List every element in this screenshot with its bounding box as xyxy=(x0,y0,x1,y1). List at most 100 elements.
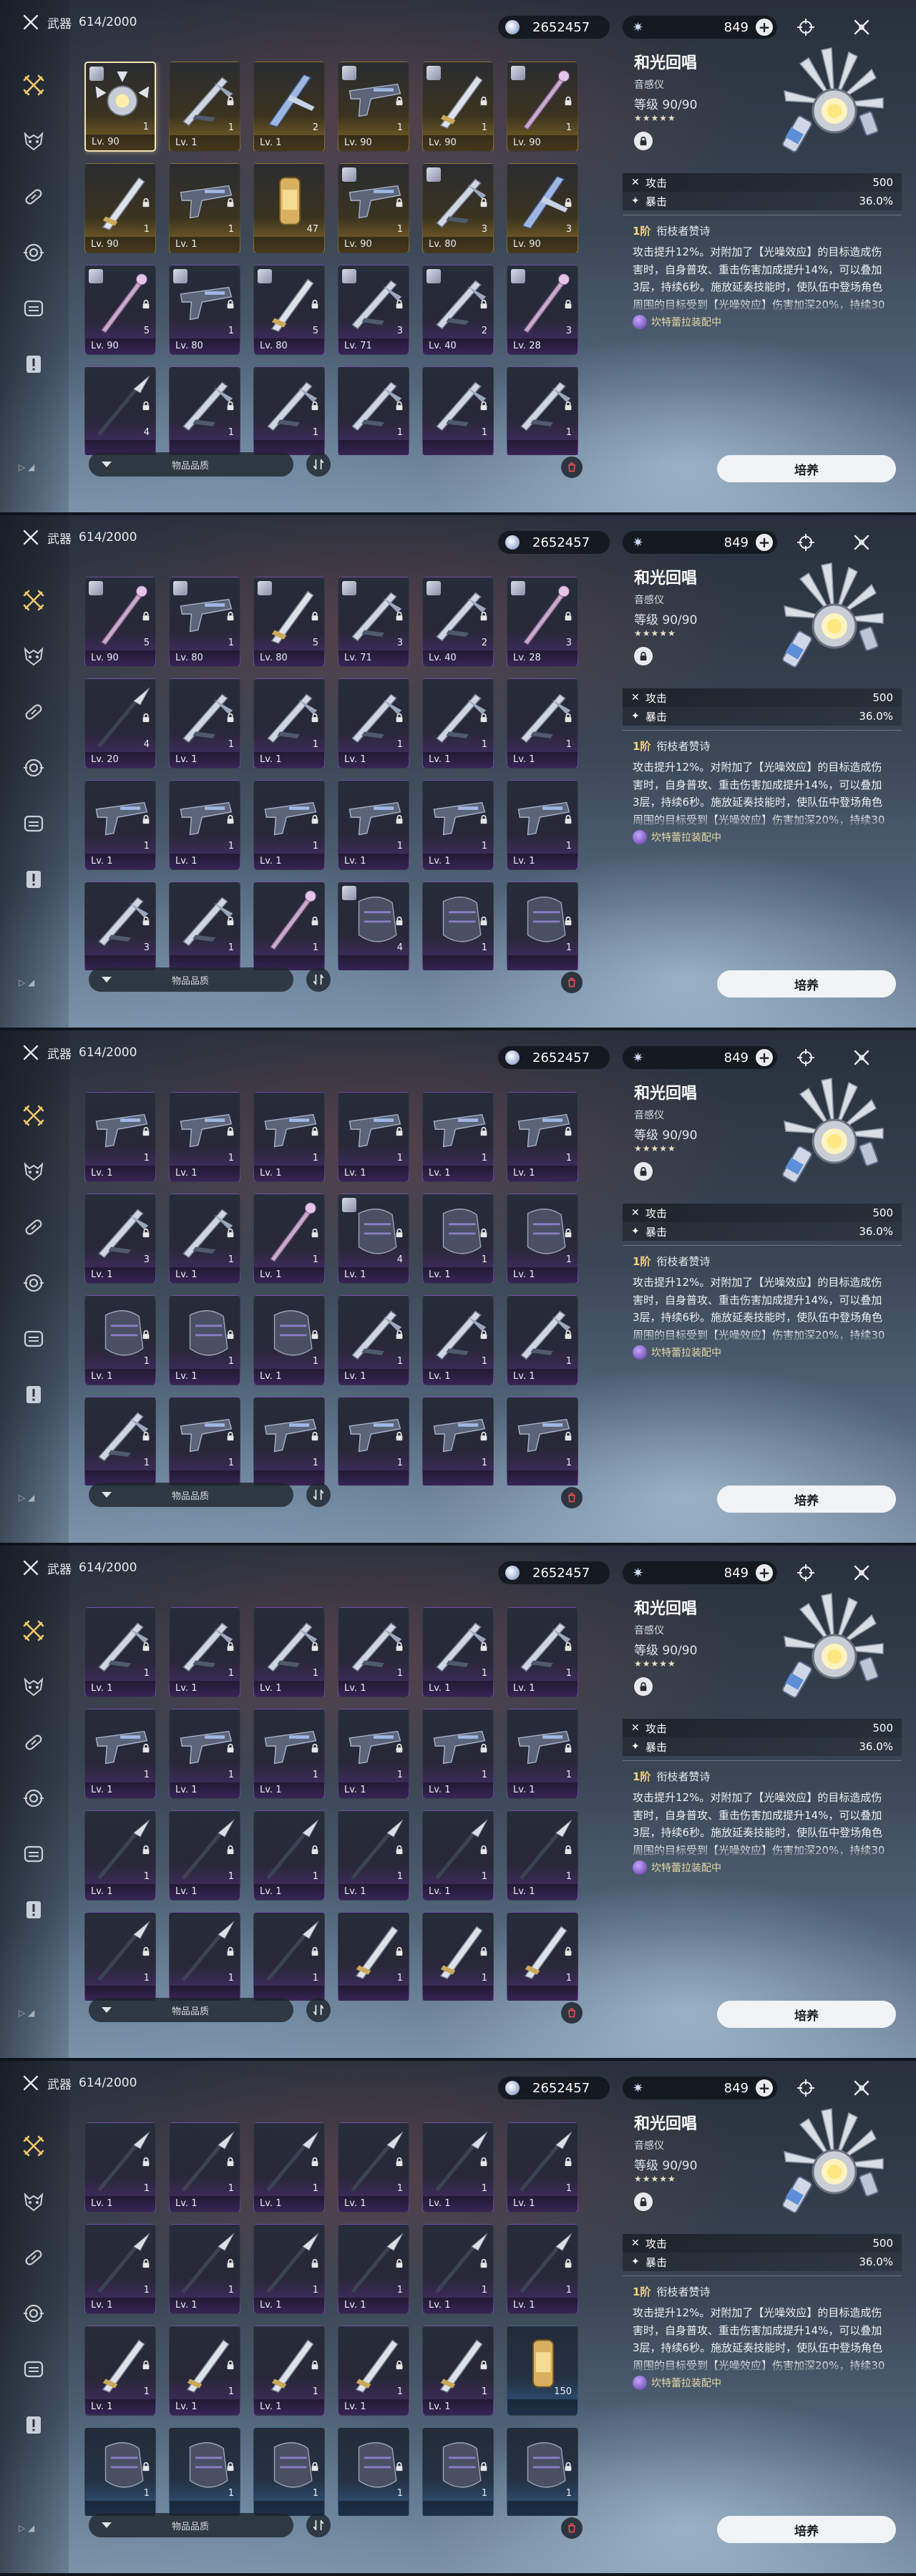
weapon-slot[interactable]: 2 Lv. 1 xyxy=(253,62,325,152)
weapon-slot[interactable]: 5 Lv. 90 xyxy=(84,577,156,667)
weapon-slot[interactable]: 3 Lv. 28 xyxy=(507,577,578,667)
sidebar-tab-materials[interactable] xyxy=(20,1214,47,1241)
weapon-slot[interactable]: 1 xyxy=(422,1912,494,2001)
close-button[interactable] xyxy=(850,1561,873,1584)
weapon-slot[interactable]: 1 Lv. 1 xyxy=(253,1194,325,1284)
weapon-slot[interactable]: 1 Lv. 1 xyxy=(84,2122,156,2212)
crosshair-button[interactable] xyxy=(794,2077,817,2099)
weapon-slot[interactable]: 1 Lv. 1 xyxy=(338,1295,409,1385)
sort-order-button[interactable] xyxy=(306,967,331,992)
sort-order-button[interactable] xyxy=(306,1998,331,2022)
weapon-slot[interactable]: 1 Lv. 1 xyxy=(169,1810,240,1901)
weapon-slot[interactable]: 1 Lv. 80 xyxy=(169,265,240,355)
weapon-slot[interactable]: 1 xyxy=(507,1912,578,2001)
weapon-slot[interactable]: 1 xyxy=(253,1912,325,2001)
weapon-slot[interactable]: 150 xyxy=(507,2326,578,2416)
sidebar-tab-materials[interactable] xyxy=(20,2244,47,2271)
weapon-slot[interactable]: 1 Lv. 1 xyxy=(253,1709,325,1799)
discard-button[interactable] xyxy=(561,972,583,993)
weapon-slot[interactable]: 1 Lv. 1 xyxy=(169,2326,240,2416)
weapon-slot[interactable]: 1 Lv. 1 xyxy=(507,1092,578,1182)
sidebar-tab-development[interactable] xyxy=(20,2300,47,2327)
weapon-slot[interactable]: 1 xyxy=(422,1397,494,1485)
sort-order-button[interactable] xyxy=(306,2513,331,2537)
weapon-slot[interactable]: 1 Lv. 1 xyxy=(253,2224,325,2314)
sidebar-tab-materials[interactable] xyxy=(20,698,47,726)
sidebar-tab-development[interactable] xyxy=(20,1269,47,1297)
weapon-slot[interactable]: 1 Lv. 1 xyxy=(338,1607,409,1697)
sidebar-tab-development[interactable] xyxy=(20,754,47,781)
weapon-slot[interactable]: 1 Lv. 1 xyxy=(84,1709,156,1799)
sidebar-tab-weapons[interactable] xyxy=(20,72,47,99)
add-energy-button[interactable]: + xyxy=(756,2079,773,2097)
quality-filter-button[interactable]: 物品品质 xyxy=(89,1483,293,1507)
weapon-slot[interactable]: 1 Lv. 1 xyxy=(84,2224,156,2314)
weapon-slot[interactable]: 1 Lv. 1 xyxy=(422,2326,494,2416)
weapon-slot[interactable]: 1 Lv. 1 xyxy=(169,2122,240,2212)
crosshair-button[interactable] xyxy=(794,531,817,554)
weapon-slot[interactable]: 1 Lv. 1 xyxy=(253,2326,325,2416)
weapon-slot[interactable]: 1 Lv. 1 xyxy=(338,2326,409,2416)
sidebar-tab-resources[interactable] xyxy=(20,295,47,322)
weapon-slot[interactable]: 1 xyxy=(253,2427,325,2516)
weapon-slot[interactable]: 1 Lv. 1 xyxy=(253,1092,325,1182)
weapon-slot[interactable]: 4 xyxy=(338,882,409,970)
weapon-slot[interactable]: 1 Lv. 1 xyxy=(422,1607,494,1697)
quality-filter-button[interactable]: 物品品质 xyxy=(89,2513,293,2537)
weapon-slot[interactable]: 1 xyxy=(507,882,578,970)
weapon-slot[interactable]: 3 Lv. 80 xyxy=(422,163,494,253)
sidebar-tab-weapons[interactable] xyxy=(20,2132,47,2160)
sidebar-tab-development[interactable] xyxy=(20,1785,47,1812)
lock-toggle-button[interactable] xyxy=(634,647,653,665)
weapon-slot[interactable]: 1 Lv. 1 xyxy=(422,1092,494,1182)
sidebar-tab-special[interactable] xyxy=(20,866,47,893)
weapon-slot[interactable]: 1 xyxy=(169,882,240,970)
sidebar-tab-special[interactable] xyxy=(20,1381,47,1408)
sidebar-tab-special[interactable] xyxy=(20,351,47,378)
crosshair-button[interactable] xyxy=(794,1046,817,1069)
weapon-slot[interactable]: 3 Lv. 90 xyxy=(507,163,578,253)
weapon-slot[interactable]: 1 xyxy=(169,366,240,455)
weapon-slot[interactable]: 5 Lv. 80 xyxy=(253,577,325,667)
weapon-slot[interactable]: 3 Lv. 71 xyxy=(338,265,409,355)
energy-display[interactable]: ✷ 849 + xyxy=(623,1046,777,1069)
weapon-slot[interactable]: 1 Lv. 1 xyxy=(422,2122,494,2212)
energy-display[interactable]: ✷ 849 + xyxy=(623,1561,777,1584)
sidebar-tab-special[interactable] xyxy=(20,2411,47,2439)
currency-display[interactable]: 2652457 xyxy=(498,16,610,39)
weapon-slot[interactable]: 1 Lv. 1 xyxy=(338,1709,409,1799)
weapon-slot[interactable]: 3 Lv. 1 xyxy=(84,1194,156,1284)
weapon-slot[interactable]: 1 Lv. 1 xyxy=(84,1295,156,1385)
sidebar-tab-echoes[interactable] xyxy=(20,2188,47,2215)
weapon-slot[interactable]: 4 xyxy=(84,366,156,455)
sidebar-tab-materials[interactable] xyxy=(20,183,47,210)
weapon-slot[interactable]: 1 Lv. 90 xyxy=(84,163,156,253)
add-energy-button[interactable]: + xyxy=(756,19,773,36)
weapon-slot[interactable]: 1 xyxy=(84,1912,156,2001)
cultivate-button[interactable]: 培养 xyxy=(717,1485,896,1513)
weapon-slot[interactable]: 1 xyxy=(507,1397,578,1485)
weapon-slot[interactable]: 2 Lv. 40 xyxy=(422,265,494,355)
cultivate-button[interactable]: 培养 xyxy=(717,2001,896,2028)
weapon-slot[interactable]: 2 Lv. 40 xyxy=(422,577,494,667)
discard-button[interactable] xyxy=(561,2517,583,2539)
weapon-slot[interactable]: 1 Lv. 1 xyxy=(338,1810,409,1901)
weapon-slot[interactable]: 1 xyxy=(169,1397,240,1485)
weapon-slot[interactable]: 1 xyxy=(253,1397,325,1485)
weapon-slot[interactable]: 3 Lv. 28 xyxy=(507,265,578,355)
weapon-slot[interactable]: 1 Lv. 1 xyxy=(84,1092,156,1182)
weapon-slot[interactable]: 1 Lv. 1 xyxy=(253,678,325,769)
weapon-slot[interactable]: 1 Lv. 90 xyxy=(338,62,409,152)
sidebar-tab-echoes[interactable] xyxy=(20,1158,47,1185)
close-button[interactable] xyxy=(850,2077,873,2099)
skill-description[interactable]: 攻击提升12%。对附加了【光噪效应】的目标造成伤害时，自身普攻、重击伤害加成提升… xyxy=(633,1789,887,1860)
currency-display[interactable]: 2652457 xyxy=(498,2077,610,2099)
weapon-slot[interactable]: 1 Lv. 90 xyxy=(338,163,409,253)
weapon-slot[interactable]: 1 Lv. 1 xyxy=(338,1092,409,1182)
weapon-slot[interactable]: 1 Lv. 1 xyxy=(169,2224,240,2314)
add-energy-button[interactable]: + xyxy=(756,534,773,551)
weapon-slot[interactable]: 1 xyxy=(507,2427,578,2516)
sidebar-tab-special[interactable] xyxy=(20,1896,47,1923)
weapon-slot[interactable]: 1 Lv. 1 xyxy=(422,1194,494,1284)
quality-filter-button[interactable]: 物品品质 xyxy=(89,1998,293,2022)
